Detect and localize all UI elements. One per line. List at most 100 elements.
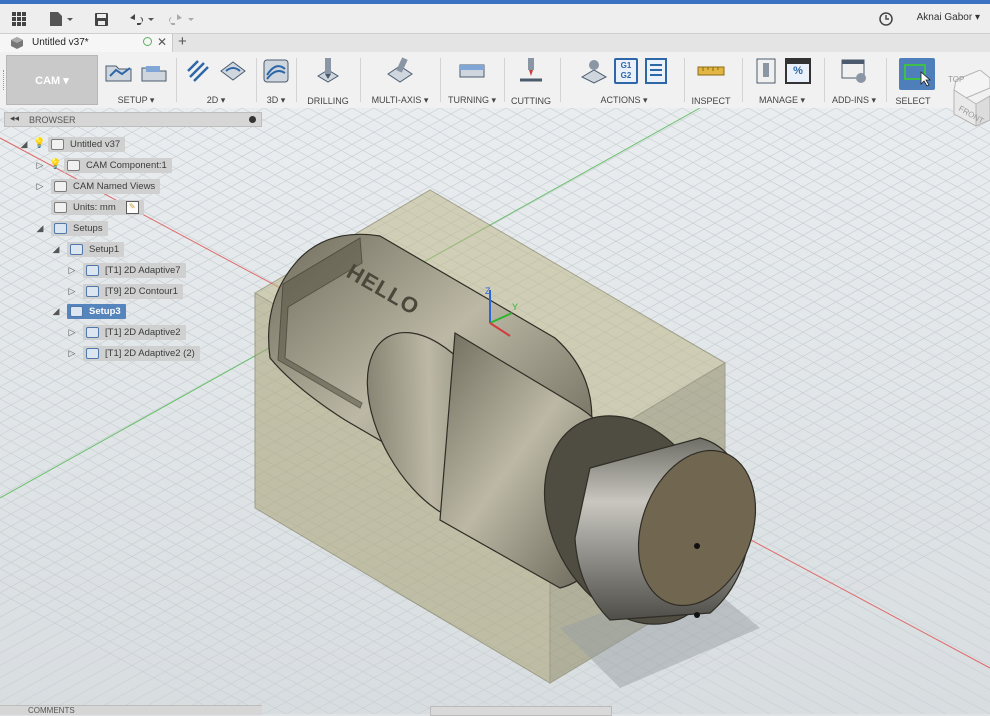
select-button[interactable] [899,58,935,90]
document-tab[interactable]: Untitled v37* ✕ [0,34,173,52]
tree-item-named-views[interactable]: ▷ CAM Named Views [34,178,161,194]
post-process-icon: G1 G2 [614,58,638,84]
cutting-tool-group[interactable]: CUTTING [508,52,554,108]
undo-icon[interactable] [126,10,156,28]
expand-triangle-icon[interactable]: ▷ [66,348,78,359]
document-saved-status-icon [143,37,152,46]
close-tab-icon[interactable]: ✕ [157,35,167,49]
app-grid-icon[interactable] [10,10,28,28]
2d-label: 2D ▾ [206,95,226,105]
visibility-bulb-icon[interactable]: 💡 [49,159,61,171]
tree-item-label: CAM Named Views [73,180,156,192]
3d-adaptive-icon [263,59,289,83]
tree-item-label: [T1] 2D Adaptive2 (2) [105,347,195,359]
manage-label: MANAGE ▾ [758,95,806,105]
adaptive-operation-icon [86,347,99,359]
tree-item-label: Setup1 [89,243,120,255]
redo-icon[interactable] [166,10,196,28]
collapse-triangle-icon[interactable]: ◢ [50,244,62,255]
end-face-edge-point [694,612,700,618]
job-status-clock-icon[interactable] [878,10,894,28]
expand-triangle-icon[interactable]: ▷ [66,265,78,276]
tree-item-label: Untitled v37 [70,138,121,150]
collapse-triangle-icon[interactable]: ◢ [50,306,62,317]
tree-item-label: [T9] 2D Contour1 [105,285,178,297]
save-icon[interactable] [92,10,110,28]
tree-item-chip: [T1] 2D Adaptive7 [83,262,186,278]
view-cube[interactable]: TOP FRONT [946,69,990,128]
new-tab-icon[interactable]: + [178,33,187,50]
tree-item-units[interactable]: Units: mm ✎ [46,199,144,215]
tree-item-operation[interactable]: ▷ [T1] 2D Adaptive2 (2) [66,345,200,361]
3d-tool-group[interactable]: 3D ▾ [258,52,294,108]
tree-item-setup3[interactable]: ◢ Setup3 [50,303,126,319]
add-ins-label: ADD-INS ▾ [831,95,877,105]
ribbon-divider [684,58,685,102]
workspace-switcher[interactable]: CAM ▾ [6,55,98,105]
actions-tool-group[interactable]: G1 G2 ACTIONS ▾ [568,52,680,108]
collapse-triangle-icon[interactable]: ◢ [34,223,46,234]
tree-item-chip: [T1] 2D Adaptive2 (2) [83,345,200,361]
2d-tool-group[interactable]: 2D ▾ [180,52,252,108]
expand-triangle-icon[interactable]: ▷ [34,160,46,171]
collapse-browser-icon[interactable]: ◂◂ [10,113,19,124]
expand-triangle-icon[interactable]: ▷ [66,286,78,297]
folder-icon [54,180,67,192]
inspect-tool-group[interactable]: INSPECT [688,52,734,108]
multi-axis-tool-group[interactable]: MULTI-AXIS ▾ [364,52,436,108]
simulate-icon [580,60,608,84]
tree-item-setup1[interactable]: ◢ Setup1 [50,241,125,257]
toolbar-ribbon: CAM ▾ SETUP ▾ 2D ▾ 3D ▾ DRILLING MULTI-A… [0,52,990,109]
browser-panel: ◂◂ BROWSER ◢ 💡 Untitled v37 ▷ 💡 CAM Comp… [0,112,262,361]
manage-tool-group[interactable]: % MANAGE ▾ [746,52,818,108]
turning-label: TURNING ▾ [447,95,496,105]
3d-label: 3D ▾ [266,95,286,105]
edit-units-icon[interactable]: ✎ [125,200,139,214]
expand-triangle-icon[interactable]: ▷ [66,327,78,338]
tree-root[interactable]: ◢ 💡 Untitled v37 [18,136,126,152]
drilling-tool-group[interactable]: DRILLING [300,52,356,108]
expand-triangle-icon[interactable]: ▷ [34,181,46,192]
file-menu-icon[interactable] [46,10,76,28]
user-name: Aknai Gabor [916,12,973,23]
wcs-z-label: Z [485,286,491,296]
user-menu[interactable]: Aknai Gabor ▾ [917,12,980,23]
tree-item-operation[interactable]: ▷ [T1] 2D Adaptive2 [66,324,186,340]
tree-item-chip: CAM Named Views [51,178,161,194]
setup-folder-icon [105,65,132,82]
ribbon-divider [504,58,505,102]
tree-item-setups[interactable]: ◢ Setups [34,220,108,236]
app-toolbar: Aknai Gabor ▾ [0,0,990,34]
browser-pin-icon[interactable] [249,116,256,123]
template-library-icon: % [785,58,811,84]
setup-tool-group[interactable]: SETUP ▾ [100,52,172,108]
browser-title: BROWSER [29,115,76,125]
setups-folder-icon [54,222,67,234]
tree-item-label: CAM Component:1 [86,159,167,171]
view-cube-top-label: TOP [948,75,964,84]
setup-sheet-report-icon [645,58,667,84]
tree-item-cam-component[interactable]: ▷ 💡 CAM Component:1 [34,157,172,173]
ribbon-divider [296,58,297,102]
tree-item-operation[interactable]: ▷ [T1] 2D Adaptive7 [66,262,186,278]
add-ins-tool-group[interactable]: ADD-INS ▾ [828,52,880,108]
select-window-icon [904,64,932,87]
collapse-triangle-icon[interactable]: ◢ [18,139,30,150]
end-face-center-point [694,543,700,549]
tree-item-operation[interactable]: ▷ [T9] 2D Contour1 [66,283,183,299]
cutting-icon [520,58,542,82]
tree-item-chip: Untitled v37 [48,136,126,152]
adaptive-operation-icon [86,326,99,338]
browser-header: ◂◂ BROWSER [4,112,262,127]
g-code-text: G1 G2 [620,61,632,80]
ribbon-divider [742,58,743,102]
ribbon-divider [256,58,257,102]
turning-tool-group[interactable]: TURNING ▾ [444,52,500,108]
visibility-bulb-icon[interactable]: 💡 [33,138,45,150]
ribbon-divider [176,58,177,102]
navigation-bar[interactable] [430,706,612,716]
user-menu-caret-icon: ▾ [974,12,980,23]
units-document-icon [54,201,67,213]
select-tool-group[interactable]: SELECT [890,52,936,108]
document-icon [51,138,64,150]
